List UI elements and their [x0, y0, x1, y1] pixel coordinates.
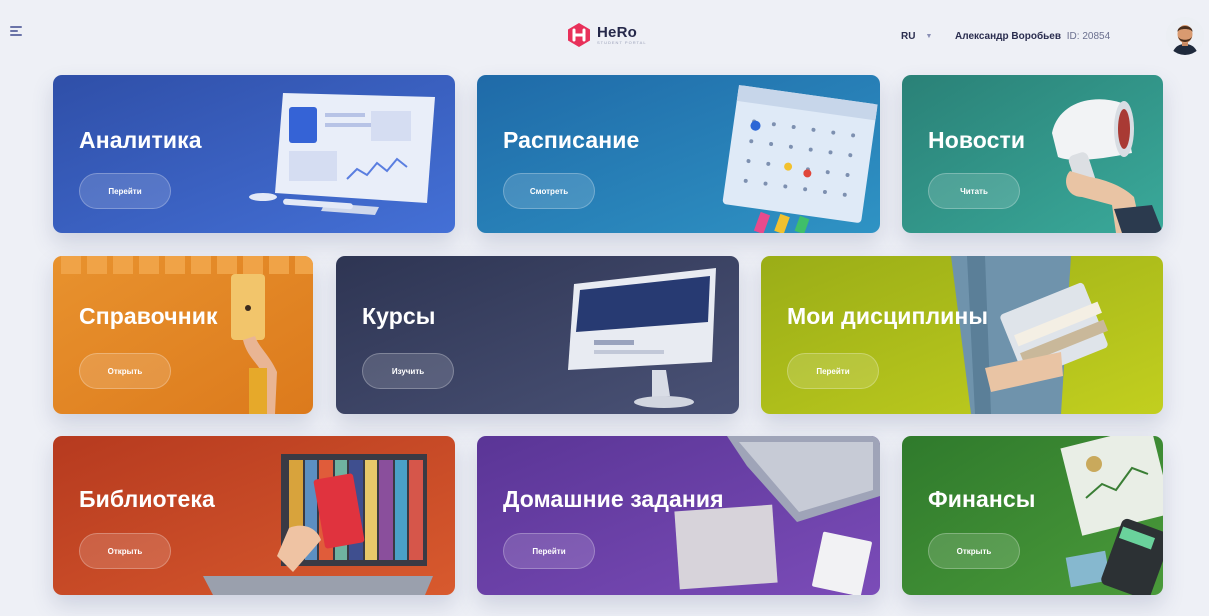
avatar-image [1166, 17, 1204, 55]
card-title: Мои дисциплины [787, 303, 989, 329]
go-button[interactable]: Перейти [787, 353, 879, 389]
go-button[interactable]: Перейти [503, 533, 595, 569]
card-title: Домашние задания [503, 486, 724, 512]
open-button[interactable]: Открыть [79, 353, 171, 389]
card-courses[interactable]: Курсы Изучить [336, 256, 739, 414]
card-title: Аналитика [79, 127, 202, 153]
top-bar: HeRo STUDENT PORTAL RU ▼ Александр Вороб… [0, 0, 1209, 70]
logo-name: HeRo [597, 23, 637, 41]
card-homework[interactable]: Домашние задания Перейти [477, 436, 880, 595]
language-value: RU [901, 31, 916, 42]
news-illustration [902, 75, 1163, 233]
logo-subtitle: STUDENT PORTAL [597, 39, 647, 45]
language-select[interactable]: RU ▼ [901, 31, 932, 42]
open-button[interactable]: Открыть [928, 533, 1020, 569]
card-title: Финансы [928, 486, 1036, 512]
card-title: Справочник [79, 303, 218, 329]
card-title: Расписание [503, 127, 640, 153]
card-library[interactable]: Библиотека Открыть [53, 436, 455, 595]
read-button[interactable]: Читать [928, 173, 1020, 209]
chevron-down-icon: ▼ [925, 33, 933, 40]
card-schedule[interactable]: Расписание Смотреть [477, 75, 880, 233]
courses-illustration [336, 256, 739, 414]
schedule-illustration [477, 75, 880, 233]
library-illustration [53, 436, 455, 595]
card-finance[interactable]: Финансы Открыть [902, 436, 1163, 595]
open-button[interactable]: Открыть [79, 533, 171, 569]
card-title: Курсы [362, 303, 436, 329]
finance-illustration [902, 436, 1163, 595]
analytics-illustration [53, 75, 455, 233]
card-title: Новости [928, 127, 1026, 153]
avatar[interactable] [1166, 17, 1204, 55]
disciplines-illustration [761, 256, 1163, 414]
user-info[interactable]: Александр Воробьев ID: 20854 [955, 31, 1110, 42]
user-id: ID: 20854 [1066, 31, 1111, 42]
card-analytics[interactable]: Аналитика Перейти [53, 75, 455, 233]
logo-mark-icon [568, 23, 590, 47]
go-button[interactable]: Перейти [79, 173, 171, 209]
study-button[interactable]: Изучить [362, 353, 454, 389]
card-title: Библиотека [79, 486, 215, 512]
logo[interactable]: HeRo STUDENT PORTAL [566, 22, 647, 48]
card-disciplines[interactable]: Мои дисциплины Перейти [761, 256, 1163, 414]
card-reference[interactable]: Справочник Открыть [53, 256, 313, 414]
view-button[interactable]: Смотреть [503, 173, 595, 209]
menu-icon[interactable] [10, 26, 24, 38]
user-name: Александр Воробьев [955, 31, 1061, 42]
reference-illustration [53, 256, 313, 414]
homework-illustration [477, 436, 880, 595]
card-news[interactable]: Новости Читать [902, 75, 1163, 233]
